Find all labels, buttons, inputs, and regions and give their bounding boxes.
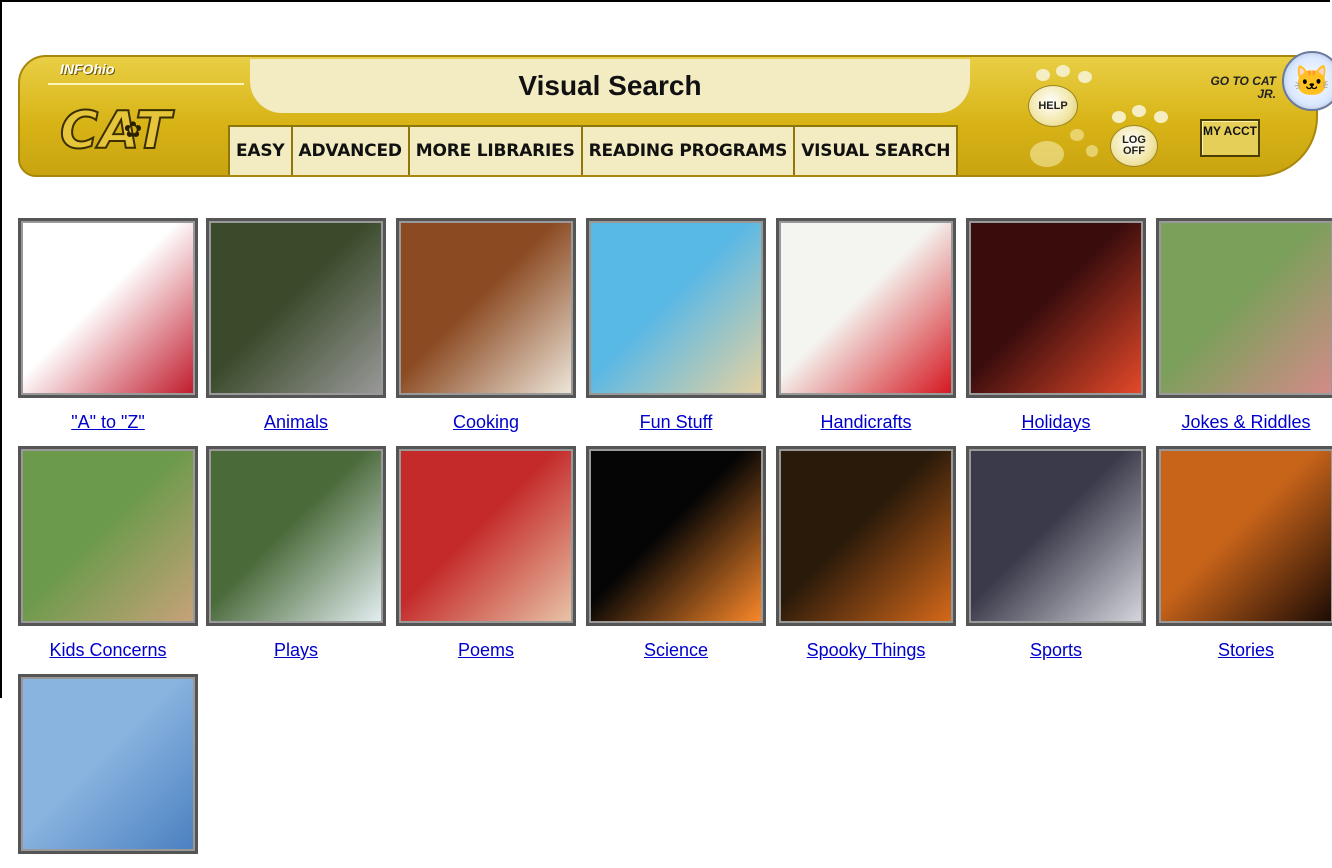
- tab-more-libraries[interactable]: MORE LIBRARIES: [407, 125, 583, 175]
- paw-print-decoration: [1086, 145, 1098, 157]
- header-banner: INFOhio CAT ✿ Visual Search EASY ADVANCE…: [18, 51, 1332, 177]
- eclipse-image[interactable]: [586, 446, 766, 626]
- category-item[interactable]: Jokes & Riddles: [1151, 218, 1332, 433]
- category-link[interactable]: Fun Stuff: [581, 412, 771, 433]
- kids-grass-image[interactable]: [18, 446, 198, 626]
- silhouette-image[interactable]: [1156, 446, 1332, 626]
- girls-image[interactable]: [1156, 218, 1332, 398]
- paw-toe-icon: [1132, 105, 1146, 117]
- category-item[interactable]: Holidays: [961, 218, 1151, 433]
- category-item[interactable]: "A" to "Z": [13, 218, 203, 433]
- logoff-button[interactable]: LOG OFF: [1110, 125, 1158, 167]
- cat-jr-icon[interactable]: 🐱: [1282, 51, 1332, 111]
- category-link[interactable]: Plays: [201, 640, 391, 661]
- category-item[interactable]: Animals: [201, 218, 391, 433]
- woman-image[interactable]: [396, 446, 576, 626]
- category-item[interactable]: Cooking: [391, 218, 581, 433]
- category-item[interactable]: Fun Stuff: [581, 218, 771, 433]
- brownies-image[interactable]: [396, 218, 576, 398]
- tab-easy[interactable]: EASY: [228, 125, 293, 175]
- category-item[interactable]: Poems: [391, 446, 581, 661]
- category-item[interactable]: Plays: [201, 446, 391, 661]
- category-link[interactable]: Stories: [1151, 640, 1332, 661]
- sky-image[interactable]: [18, 674, 198, 854]
- paw-toe-icon: [1036, 69, 1050, 81]
- page-title: Visual Search: [518, 70, 702, 101]
- category-link[interactable]: "A" to "Z": [13, 412, 203, 433]
- my-account-button[interactable]: MY ACCT: [1200, 119, 1260, 157]
- category-item[interactable]: Science: [581, 446, 771, 661]
- category-item[interactable]: Spooky Things: [771, 446, 961, 661]
- paw-toe-icon: [1056, 65, 1070, 77]
- tab-reading-programs[interactable]: READING PROGRAMS: [580, 125, 796, 175]
- paw-toe-icon: [1154, 111, 1168, 123]
- beach-kid-image[interactable]: [586, 218, 766, 398]
- category-item[interactable]: Handicrafts: [771, 218, 961, 433]
- category-link[interactable]: Jokes & Riddles: [1151, 412, 1332, 433]
- brand-divider: [48, 83, 244, 85]
- basketball-image[interactable]: [966, 446, 1146, 626]
- tab-bar: EASY ADVANCED MORE LIBRARIES READING PRO…: [228, 125, 959, 175]
- paw-icon: ✿: [123, 117, 143, 142]
- paw-print-decoration: [1030, 141, 1064, 167]
- category-link[interactable]: Kids Concerns: [13, 640, 203, 661]
- apple-zebra-image[interactable]: [18, 218, 198, 398]
- category-item[interactable]: Stories: [1151, 446, 1332, 661]
- category-link[interactable]: Sports: [961, 640, 1151, 661]
- cat-logo[interactable]: CAT: [59, 100, 172, 162]
- dog-image[interactable]: [206, 218, 386, 398]
- category-link[interactable]: Spooky Things: [771, 640, 961, 661]
- tab-visual-search[interactable]: VISUAL SEARCH: [793, 125, 959, 175]
- infohio-brand: INFOhio: [60, 61, 115, 77]
- category-link[interactable]: Cooking: [391, 412, 581, 433]
- handprints-image[interactable]: [776, 218, 956, 398]
- category-link[interactable]: Animals: [201, 412, 391, 433]
- page-title-bar: Visual Search: [250, 59, 970, 113]
- tab-advanced[interactable]: ADVANCED: [290, 125, 410, 175]
- category-link[interactable]: Holidays: [961, 412, 1151, 433]
- category-link[interactable]: Science: [581, 640, 771, 661]
- costumes-image[interactable]: [206, 446, 386, 626]
- lights-image[interactable]: [966, 218, 1146, 398]
- paw-print-decoration: [1070, 129, 1084, 141]
- paw-toe-icon: [1078, 71, 1092, 83]
- category-item[interactable]: Sports: [961, 446, 1151, 661]
- goto-cat-jr-link[interactable]: GO TO CAT JR.: [1200, 75, 1276, 101]
- help-button[interactable]: HELP: [1028, 85, 1078, 127]
- paw-toe-icon: [1112, 111, 1126, 123]
- category-item[interactable]: [13, 674, 203, 868]
- pumpkin-image[interactable]: [776, 446, 956, 626]
- category-link[interactable]: Poems: [391, 640, 581, 661]
- category-link[interactable]: Handicrafts: [771, 412, 961, 433]
- category-item[interactable]: Kids Concerns: [13, 446, 203, 661]
